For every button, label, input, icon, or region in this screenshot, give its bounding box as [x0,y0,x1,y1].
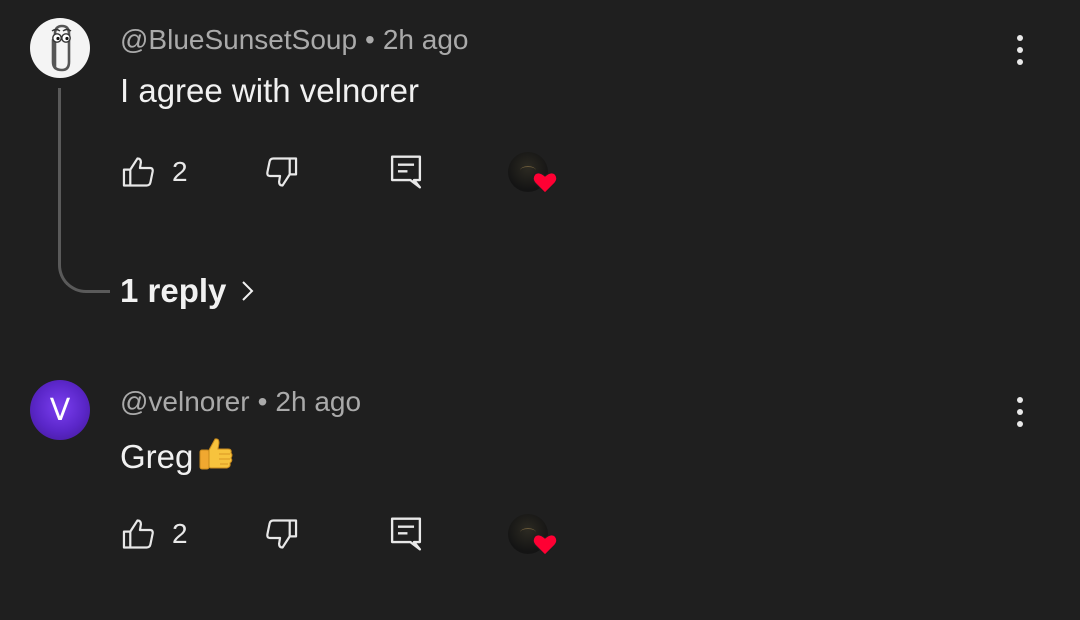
reply-button[interactable] [388,152,424,192]
paperclip-icon [51,24,72,72]
like-count: 2 [172,518,188,549]
meta-separator: • [257,386,268,417]
comment-text: I agree with velnorer [120,72,419,109]
more-dot [1017,35,1023,41]
comment-actions: 2 [120,152,580,196]
avatar[interactable]: V [30,380,90,440]
comment-actions: 2 [120,514,580,558]
chevron-right-icon [242,281,254,301]
timestamp: 2h ago [275,386,362,417]
creator-heart[interactable] [508,152,560,198]
more-dot [1017,59,1023,65]
heart-icon [532,172,558,194]
replies-count-label: 1 reply [120,272,227,309]
thumbs-up-icon [122,157,154,187]
thumbs-down-icon [266,157,298,187]
creator-heart[interactable] [508,514,560,560]
timestamp: 2h ago [382,24,469,55]
thumbs-down-icon [266,519,298,549]
more-dot [1017,409,1023,415]
dislike-button[interactable] [262,152,300,192]
author-name[interactable]: @BlueSunsetSoup [120,24,357,55]
more-dot [1017,397,1023,403]
dislike-button[interactable] [262,514,300,554]
view-replies-button[interactable]: 1 reply [120,272,256,310]
like-button[interactable]: 2 [120,152,188,192]
avatar[interactable] [30,18,90,78]
more-options-button[interactable] [1000,390,1040,434]
more-options-button[interactable] [1000,28,1040,72]
comment-item: @BlueSunsetSoup • 2h ago I agree with veln… [0,0,1080,340]
meta-separator: • [365,24,375,55]
comment-meta: @velnorer • 2h ago [120,386,361,418]
comments-panel: @BlueSunsetSoup • 2h ago I agree with veln… [0,0,1080,620]
thread-connector [58,88,110,293]
more-dot [1017,47,1023,53]
like-button[interactable]: 2 [120,514,188,554]
comment-text: Greg [120,434,235,476]
like-count: 2 [172,156,188,187]
reply-comment-icon [390,517,422,551]
heart-icon [532,534,558,556]
avatar-letter: V [49,392,71,428]
comment-text-content: Greg [120,438,194,475]
reply-button[interactable] [388,514,424,554]
comment-meta: @BlueSunsetSoup • 2h ago [120,24,468,56]
author-name[interactable]: @velnorer [120,386,250,417]
comment-item: V @velnorer • 2h ago Greg 2 [0,362,1080,612]
more-dot [1017,421,1023,427]
thumbs-up-emoji [199,438,233,470]
reply-comment-icon [390,155,422,189]
thumbs-up-icon [122,519,154,549]
